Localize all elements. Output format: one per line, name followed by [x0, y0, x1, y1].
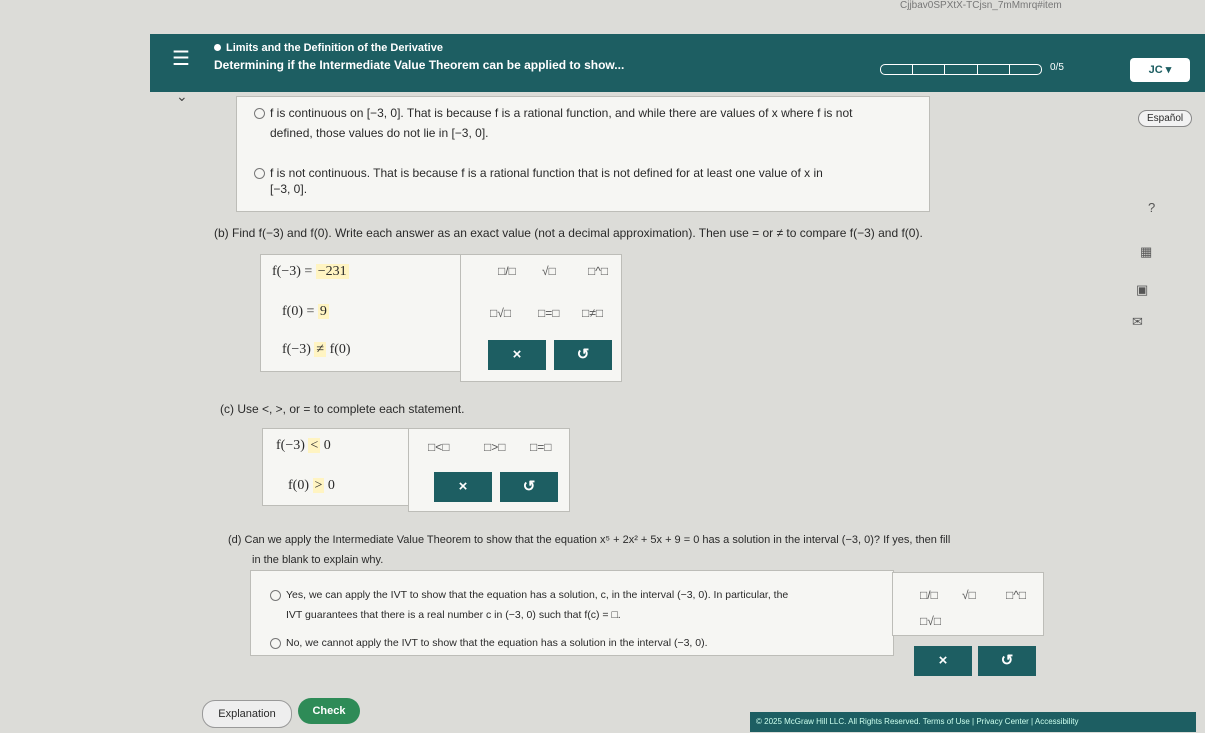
help-icon[interactable]: ? [1148, 200, 1155, 215]
footer: © 2025 McGraw Hill LLC. All Rights Reser… [750, 712, 1196, 732]
undo-button-c[interactable]: ↺ [500, 472, 558, 502]
user-menu-button[interactable]: JC ▾ [1130, 58, 1190, 82]
clear-button-c[interactable]: × [434, 472, 492, 502]
part-d-yes-line-2: IVT guarantees that there is a real numb… [286, 609, 621, 621]
sqrt-button-d[interactable]: √□ [962, 588, 976, 602]
part-d-no-option[interactable]: No, we cannot apply the IVT to show that… [270, 634, 708, 652]
part-c-line-1: f(−3) < 0 [276, 438, 331, 454]
compare-operator-input[interactable]: ≠ [314, 342, 327, 357]
part-b-line-2: f(0) = 9 [282, 304, 329, 320]
fraction-button-d[interactable]: □/□ [920, 588, 938, 602]
page-title: Determining if the Intermediate Value Th… [214, 58, 625, 72]
part-c-rhs-1: 0 [323, 438, 331, 453]
f-0-input[interactable]: 9 [317, 304, 329, 319]
check-button[interactable]: Check [298, 698, 360, 724]
espanol-button[interactable]: Español [1138, 110, 1193, 127]
part-c-rhs-2: 0 [327, 478, 335, 493]
power-button[interactable]: □^□ [588, 264, 608, 278]
part-d-no-text: No, we cannot apply the IVT to show that… [286, 637, 708, 649]
part-a-option-1-line-2: defined, those values do not lie in [−3,… [270, 126, 489, 140]
breadcrumb: Limits and the Definition of the Derivat… [214, 42, 443, 54]
progress-label: 0/5 [1050, 62, 1064, 73]
nth-root-button-d[interactable]: □√□ [920, 614, 941, 628]
compare-lhs: f(−3) [282, 342, 311, 357]
part-c-lhs-1: f(−3) [276, 438, 305, 453]
part-c-line-2: f(0) > 0 [288, 478, 335, 494]
progress-bar [880, 64, 1042, 75]
status-dot-icon [214, 44, 221, 51]
part-d-prompt-line-2: in the blank to explain why. [252, 554, 384, 566]
compare-rhs: f(0) [329, 342, 351, 357]
part-a-option-2[interactable]: f is not continuous. That is because f i… [254, 164, 823, 182]
part-b-prompt: (b) Find f(−3) and f(0). Write each answ… [214, 226, 923, 240]
url-fragment: Cjjbav0SPXtX-TCjsn_7mMmrq#item [900, 0, 1062, 11]
radio-button[interactable] [270, 589, 281, 601]
nth-root-button[interactable]: □√□ [490, 306, 511, 320]
part-a-option-2-line-2: [−3, 0]. [270, 182, 308, 196]
part-b-line-1: f(−3) = −231 [272, 264, 349, 280]
part-c-prompt: (c) Use <, >, or = to complete each stat… [220, 402, 465, 416]
part-a-option-1[interactable]: f is continuous on [−3, 0]. That is beca… [254, 104, 852, 122]
part-a-option-1-text: f is continuous on [−3, 0]. That is beca… [270, 106, 853, 120]
radio-button[interactable] [270, 637, 281, 649]
f-0-label: f(0) = [282, 304, 315, 319]
undo-button-d[interactable]: ↺ [978, 646, 1036, 676]
undo-button[interactable]: ↺ [554, 340, 612, 370]
less-than-button[interactable]: □<□ [428, 440, 450, 454]
fraction-button[interactable]: □/□ [498, 264, 516, 278]
sqrt-button[interactable]: √□ [542, 264, 556, 278]
part-c-lhs-2: f(0) [288, 478, 309, 493]
part-c-op-1-input[interactable]: < [308, 438, 321, 453]
radio-button[interactable] [254, 168, 265, 180]
part-d-prompt-line-1: (d) Can we apply the Intermediate Value … [228, 534, 951, 546]
f-minus-3-input[interactable]: −231 [315, 264, 349, 279]
part-d-yes-text: Yes, we can apply the IVT to show that t… [286, 589, 789, 601]
part-b-line-3: f(−3) ≠ f(0) [282, 342, 351, 358]
explanation-button[interactable]: Explanation [202, 700, 292, 728]
clear-button[interactable]: × [488, 340, 546, 370]
power-button-d[interactable]: □^□ [1006, 588, 1026, 602]
breadcrumb-text: Limits and the Definition of the Derivat… [226, 42, 443, 54]
f-minus-3-label: f(−3) = [272, 264, 313, 279]
mail-icon[interactable]: ✉ [1132, 314, 1143, 330]
chevron-down-icon[interactable]: ⌄ [176, 88, 188, 105]
header-bar: ☰ Limits and the Definition of the Deriv… [150, 34, 1205, 92]
part-d-palette [892, 572, 1044, 636]
reference-icon[interactable]: ▣ [1136, 282, 1148, 298]
part-c-op-2-input[interactable]: > [312, 478, 325, 493]
part-a-option-2-text: f is not continuous. That is because f i… [270, 166, 823, 180]
radio-button[interactable] [254, 108, 265, 120]
calculator-icon[interactable]: ▦ [1140, 244, 1152, 260]
part-d-yes-option[interactable]: Yes, we can apply the IVT to show that t… [270, 586, 788, 604]
greater-than-button[interactable]: □>□ [484, 440, 506, 454]
not-equals-button[interactable]: □≠□ [582, 306, 603, 320]
menu-icon[interactable]: ☰ [172, 46, 190, 71]
clear-button-d[interactable]: × [914, 646, 972, 676]
equals-button[interactable]: □=□ [538, 306, 560, 320]
equals-button-c[interactable]: □=□ [530, 440, 552, 454]
